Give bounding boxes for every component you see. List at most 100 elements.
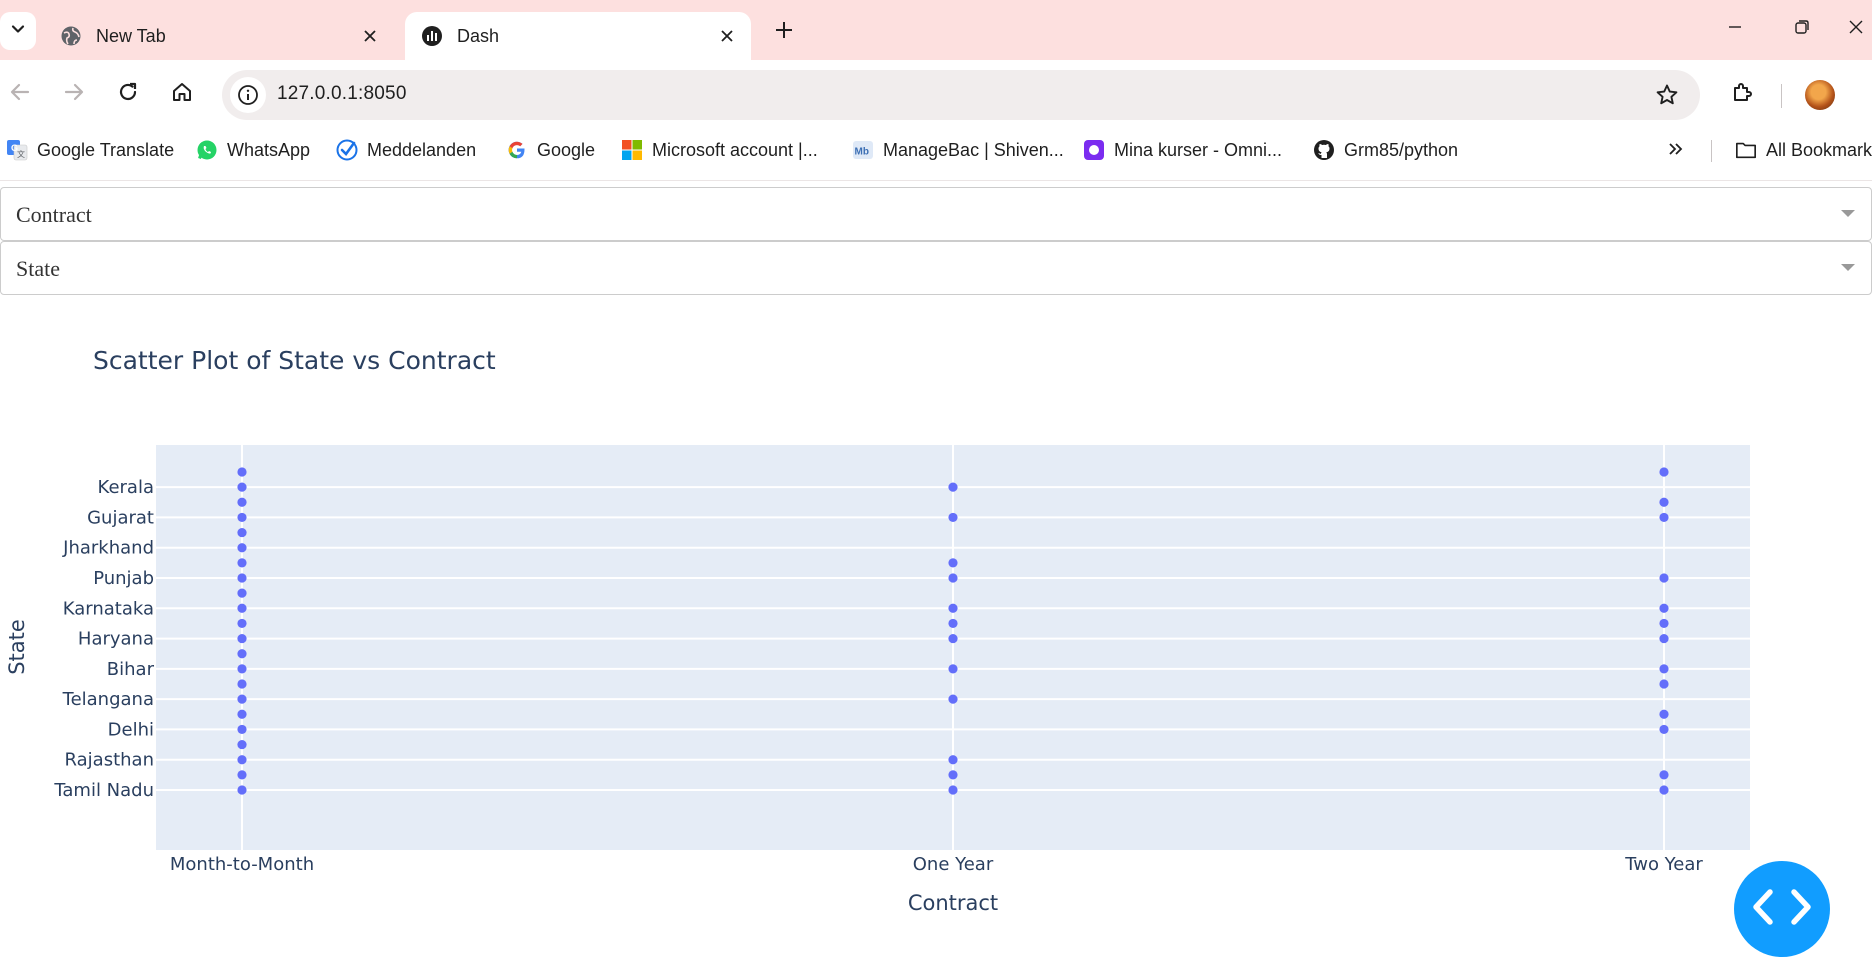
- scatter-point[interactable]: [948, 664, 958, 674]
- microsoft-icon: [621, 139, 643, 161]
- arrow-right-icon: [63, 81, 85, 108]
- scatter-point[interactable]: [1659, 770, 1669, 780]
- scatter-point[interactable]: [237, 573, 247, 583]
- scatter-point[interactable]: [237, 755, 247, 765]
- address-bar[interactable]: 127.0.0.1:8050: [222, 70, 1700, 120]
- scatter-point[interactable]: [237, 512, 247, 523]
- close-tab-icon[interactable]: [356, 22, 384, 50]
- back-button[interactable]: [0, 74, 40, 114]
- scatter-point[interactable]: [948, 785, 958, 795]
- bookmark-label: Mina kurser - Omni...: [1114, 139, 1283, 160]
- tab-title: Dash: [457, 25, 500, 46]
- profile-avatar[interactable]: [1805, 80, 1835, 110]
- scatter-point[interactable]: [948, 755, 958, 765]
- bookmarks-overflow-button[interactable]: [1663, 139, 1689, 163]
- restore-icon: [1794, 19, 1810, 40]
- scatter-point[interactable]: [1659, 497, 1669, 507]
- x-tick-labels: Month-to-Month One Year Two Year: [170, 854, 1704, 875]
- tab-new-tab[interactable]: New Tab: [44, 12, 394, 60]
- bookmark-microsoft-account[interactable]: Microsoft account |...: [621, 136, 818, 164]
- bookmark-github[interactable]: Grm85/python: [1313, 136, 1458, 164]
- tab-dash[interactable]: Dash: [405, 12, 751, 60]
- bookmark-star-icon[interactable]: [1654, 82, 1680, 108]
- scatter-point[interactable]: [948, 770, 958, 780]
- scatter-point[interactable]: [948, 694, 958, 704]
- scatter-point[interactable]: [1659, 709, 1669, 719]
- scatter-point[interactable]: [237, 724, 247, 735]
- scatter-point[interactable]: [1659, 724, 1669, 735]
- scatter-point[interactable]: [1659, 785, 1669, 795]
- bookmark-label: WhatsApp: [227, 139, 311, 160]
- scatter-point[interactable]: [237, 603, 247, 613]
- reload-button[interactable]: [108, 74, 148, 114]
- scatter-point[interactable]: [948, 512, 958, 523]
- chrome-divider: [0, 180, 1872, 181]
- scatter-point[interactable]: [948, 558, 958, 568]
- google-icon: [506, 139, 528, 161]
- check-badge-icon: [336, 139, 358, 161]
- scatter-point[interactable]: [237, 543, 247, 553]
- omni-icon: [1083, 139, 1105, 161]
- scatter-point[interactable]: [237, 633, 247, 644]
- restore-button[interactable]: [1778, 10, 1826, 48]
- bookmark-mina-kurser[interactable]: Mina kurser - Omni...: [1083, 136, 1282, 164]
- scatter-point[interactable]: [1659, 664, 1669, 674]
- scatter-point[interactable]: [948, 482, 958, 492]
- scatter-point[interactable]: [1659, 633, 1669, 644]
- scatter-graph[interactable]: Month-to-Month One Year Two Year Tamil Nad…: [0, 300, 1872, 973]
- y-tick-label: Telangana: [62, 689, 154, 710]
- y-tick-label: Haryana: [78, 629, 154, 650]
- minimize-button[interactable]: [1711, 10, 1759, 48]
- bookmark-label: Grm85/python: [1344, 139, 1459, 160]
- scatter-point[interactable]: [237, 679, 247, 689]
- scatter-point[interactable]: [237, 588, 247, 598]
- svg-text:文: 文: [17, 149, 25, 159]
- state-dropdown[interactable]: State: [0, 241, 1872, 295]
- scatter-point[interactable]: [948, 603, 958, 613]
- bookmark-managebac[interactable]: Mb ManageBac | Shiven...: [852, 136, 1064, 164]
- contract-dropdown[interactable]: Contract: [0, 187, 1872, 241]
- scatter-point[interactable]: [237, 649, 247, 659]
- scatter-point[interactable]: [237, 482, 247, 492]
- bookmark-google[interactable]: Google: [506, 136, 595, 164]
- bookmark-whatsapp[interactable]: WhatsApp: [196, 136, 310, 164]
- site-info-icon[interactable]: [230, 77, 266, 113]
- y-tick-label: Punjab: [93, 568, 154, 589]
- scatter-point[interactable]: [1659, 679, 1669, 689]
- new-tab-button[interactable]: [768, 16, 800, 48]
- scatter-point[interactable]: [237, 770, 247, 780]
- bookmark-meddelanden[interactable]: Meddelanden: [336, 136, 476, 164]
- forward-button[interactable]: [54, 74, 94, 114]
- scatter-point[interactable]: [1659, 512, 1669, 523]
- dash-logo-icon: [421, 25, 443, 47]
- scatter-point[interactable]: [237, 558, 247, 568]
- scatter-point[interactable]: [237, 709, 247, 719]
- scatter-point[interactable]: [1659, 467, 1669, 477]
- scatter-point[interactable]: [237, 664, 247, 674]
- scatter-point[interactable]: [237, 497, 247, 507]
- scatter-point[interactable]: [237, 618, 247, 629]
- scatter-point[interactable]: [1659, 573, 1669, 583]
- extensions-button[interactable]: [1723, 74, 1763, 114]
- scatter-point[interactable]: [237, 527, 247, 538]
- all-bookmarks-button[interactable]: All Bookmarks: [1735, 136, 1872, 164]
- scatter-point[interactable]: [1659, 603, 1669, 613]
- chevron-down-icon: [1841, 210, 1855, 217]
- scatter-point[interactable]: [1659, 618, 1669, 629]
- scatter-point[interactable]: [948, 573, 958, 583]
- scatter-point[interactable]: [237, 785, 247, 795]
- scatter-point[interactable]: [237, 467, 247, 477]
- dash-debug-button[interactable]: [1734, 861, 1830, 957]
- scatter-point[interactable]: [237, 694, 247, 704]
- managebac-icon: Mb: [852, 139, 874, 161]
- close-tab-icon[interactable]: [713, 22, 741, 50]
- y-tick-label: Bihar: [107, 659, 155, 680]
- scatter-point[interactable]: [948, 633, 958, 644]
- close-window-button[interactable]: [1848, 10, 1872, 48]
- scatter-point[interactable]: [948, 618, 958, 629]
- home-button[interactable]: [162, 74, 202, 114]
- tab-search-button[interactable]: [0, 12, 36, 50]
- scatter-point[interactable]: [237, 739, 247, 750]
- arrow-left-icon: [9, 81, 31, 108]
- bookmark-google-translate[interactable]: G文 Google Translate: [6, 136, 174, 164]
